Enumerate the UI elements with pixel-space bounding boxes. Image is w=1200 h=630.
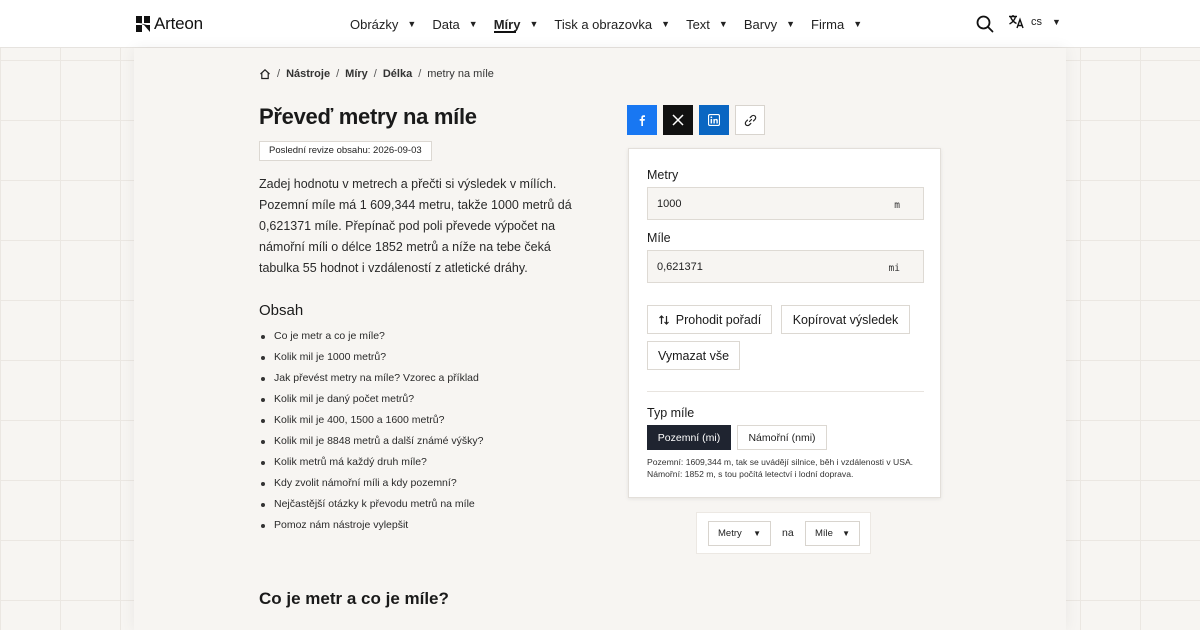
logo[interactable]: Arteon bbox=[136, 14, 203, 34]
chevron-down-icon: ▼ bbox=[842, 529, 850, 538]
toc-link[interactable]: Co je metr a co je míle? bbox=[259, 326, 484, 347]
unit-switcher: Metry ▼ na Míle ▼ bbox=[696, 512, 871, 554]
chevron-down-icon: ▼ bbox=[786, 19, 795, 29]
chevron-down-icon: ▼ bbox=[661, 19, 671, 29]
nav-item-obrazky[interactable]: Obrázky ▼ bbox=[350, 0, 416, 48]
share-x-button[interactable] bbox=[663, 105, 693, 135]
mile-type-statute-option[interactable]: Pozemní (mi) bbox=[647, 425, 731, 450]
copy-link-button[interactable] bbox=[735, 105, 765, 135]
meters-input-value: 1000 bbox=[657, 197, 682, 210]
clear-all-button[interactable]: Vymazat vše bbox=[647, 341, 740, 370]
toc-link[interactable]: Kolik mil je 1000 metrů? bbox=[259, 347, 484, 368]
nav-item-data[interactable]: Data ▼ bbox=[432, 0, 477, 48]
language-code: cs bbox=[1031, 15, 1042, 28]
miles-label: Míle bbox=[647, 231, 671, 245]
breadcrumb-separator: / bbox=[277, 68, 281, 80]
link-icon bbox=[744, 114, 756, 126]
section-heading: Co je metr a co je míle? bbox=[259, 589, 449, 608]
page-title: Převeď metry na míle bbox=[259, 104, 477, 129]
copy-result-label: Kopírovat výsledek bbox=[792, 312, 899, 327]
swap-icon bbox=[658, 314, 669, 325]
logo-text: Arteon bbox=[154, 14, 203, 33]
toc-title: Obsah bbox=[259, 302, 304, 319]
chevron-down-icon: ▼ bbox=[407, 19, 417, 29]
nav-item-firma[interactable]: Firma ▼ bbox=[811, 0, 862, 48]
translate-icon bbox=[1009, 15, 1024, 29]
nav-item-text[interactable]: Text ▼ bbox=[686, 0, 728, 48]
converter-card: Metry 1000 m Míle 0,621371 mi Prohodit p… bbox=[628, 148, 941, 498]
revision-badge: Poslední revize obsahu: 2026-09-03 bbox=[259, 141, 432, 161]
from-unit-select[interactable]: Metry ▼ bbox=[708, 521, 771, 546]
breadcrumb-link[interactable]: Délka bbox=[383, 68, 412, 80]
chevron-down-icon: ▼ bbox=[853, 19, 863, 29]
table-of-contents: Co je metr a co je míle? Kolik mil je 10… bbox=[259, 326, 484, 536]
meters-label: Metry bbox=[647, 168, 679, 182]
nav-item-label: Barvy bbox=[743, 16, 778, 32]
breadcrumb-link[interactable]: Míry bbox=[345, 68, 368, 80]
nav-item-label: Obrázky bbox=[350, 16, 399, 32]
toc-link[interactable]: Jak převést metry na míle? Vzorec a přík… bbox=[259, 368, 484, 389]
nav-item-label: Firma bbox=[811, 16, 845, 32]
language-selector[interactable]: cs ▼ bbox=[1008, 14, 1061, 29]
breadcrumb-current: metry na míle bbox=[427, 68, 494, 80]
mile-type-note: Pozemní: 1609,344 m, tak se uvádějí siln… bbox=[647, 457, 914, 479]
chevron-down-icon: ▼ bbox=[753, 529, 761, 538]
x-icon bbox=[672, 114, 684, 126]
toc-link[interactable]: Kdy zvolit námořní míli a kdy pozemní? bbox=[259, 473, 484, 494]
breadcrumb-separator: / bbox=[336, 68, 340, 80]
clear-all-label: Vymazat vše bbox=[657, 348, 730, 363]
miles-input-value: 0,621371 bbox=[657, 260, 703, 273]
mile-type-nautical-option[interactable]: Námořní (nmi) bbox=[737, 425, 827, 450]
search-button[interactable] bbox=[976, 15, 994, 33]
mile-type-label: Typ míle bbox=[647, 406, 695, 420]
nav-item-label: Data bbox=[432, 16, 460, 32]
miles-unit: mi bbox=[888, 263, 900, 274]
nav-item-label: Tisk a obrazovka bbox=[554, 16, 653, 32]
chevron-down-icon: ▼ bbox=[529, 19, 539, 29]
facebook-icon bbox=[639, 115, 645, 126]
top-navigation-bar: Arteon Obrázky ▼ Data ▼ Míry ▼ Tisk a ob… bbox=[0, 0, 1200, 48]
meters-unit: m bbox=[894, 200, 900, 211]
swap-button-label: Prohodit pořadí bbox=[675, 312, 762, 327]
breadcrumb-separator: / bbox=[373, 68, 377, 80]
miles-input[interactable]: 0,621371 mi bbox=[647, 250, 924, 283]
switcher-joiner: na bbox=[782, 527, 794, 539]
toc-link[interactable]: Pomoz nám nástroje vylepšit bbox=[259, 515, 484, 536]
toc-link[interactable]: Kolik metrů má každý druh míle? bbox=[259, 452, 484, 473]
nav-item-label: Míry bbox=[493, 16, 521, 32]
share-buttons bbox=[627, 105, 765, 135]
chevron-down-icon: ▼ bbox=[468, 19, 478, 29]
toc-link[interactable]: Kolik mil je daný počet metrů? bbox=[259, 389, 484, 410]
nav-item-tisk[interactable]: Tisk a obrazovka ▼ bbox=[554, 0, 670, 48]
chevron-down-icon: ▼ bbox=[718, 19, 728, 29]
nav-item-label: Text bbox=[686, 16, 710, 32]
from-unit-value: Metry bbox=[718, 528, 742, 539]
meters-input[interactable]: 1000 m bbox=[647, 187, 924, 220]
divider bbox=[647, 391, 924, 392]
toc-link[interactable]: Kolik mil je 8848 metrů a další známé vý… bbox=[259, 431, 484, 452]
share-linkedin-button[interactable] bbox=[699, 105, 729, 135]
nav-item-barvy[interactable]: Barvy ▼ bbox=[744, 0, 795, 48]
chevron-down-icon: ▼ bbox=[1052, 16, 1061, 27]
breadcrumb: / Nástroje / Míry / Délka / metry na míl… bbox=[259, 68, 494, 80]
toc-link[interactable]: Kolik mil je 400, 1500 a 1600 metrů? bbox=[259, 410, 484, 431]
main-nav: Obrázky ▼ Data ▼ Míry ▼ Tisk a obrazovka… bbox=[350, 0, 878, 48]
swap-button[interactable]: Prohodit pořadí bbox=[647, 305, 772, 334]
share-facebook-button[interactable] bbox=[627, 105, 657, 135]
intro-paragraph: Zadej hodnotu v metrech a přečti si výsl… bbox=[259, 177, 572, 275]
search-icon bbox=[976, 15, 994, 33]
to-unit-select[interactable]: Míle ▼ bbox=[805, 521, 860, 546]
home-icon[interactable] bbox=[259, 68, 271, 80]
logo-mark-icon bbox=[136, 16, 150, 32]
copy-result-button[interactable]: Kopírovat výsledek bbox=[781, 305, 910, 334]
breadcrumb-link[interactable]: Nástroje bbox=[286, 68, 330, 80]
nav-item-miry[interactable]: Míry ▼ bbox=[494, 0, 539, 48]
linkedin-icon bbox=[708, 114, 720, 126]
breadcrumb-separator: / bbox=[418, 68, 422, 80]
to-unit-value: Míle bbox=[815, 528, 833, 539]
toc-link[interactable]: Nejčastější otázky k převodu metrů na mí… bbox=[259, 494, 484, 515]
